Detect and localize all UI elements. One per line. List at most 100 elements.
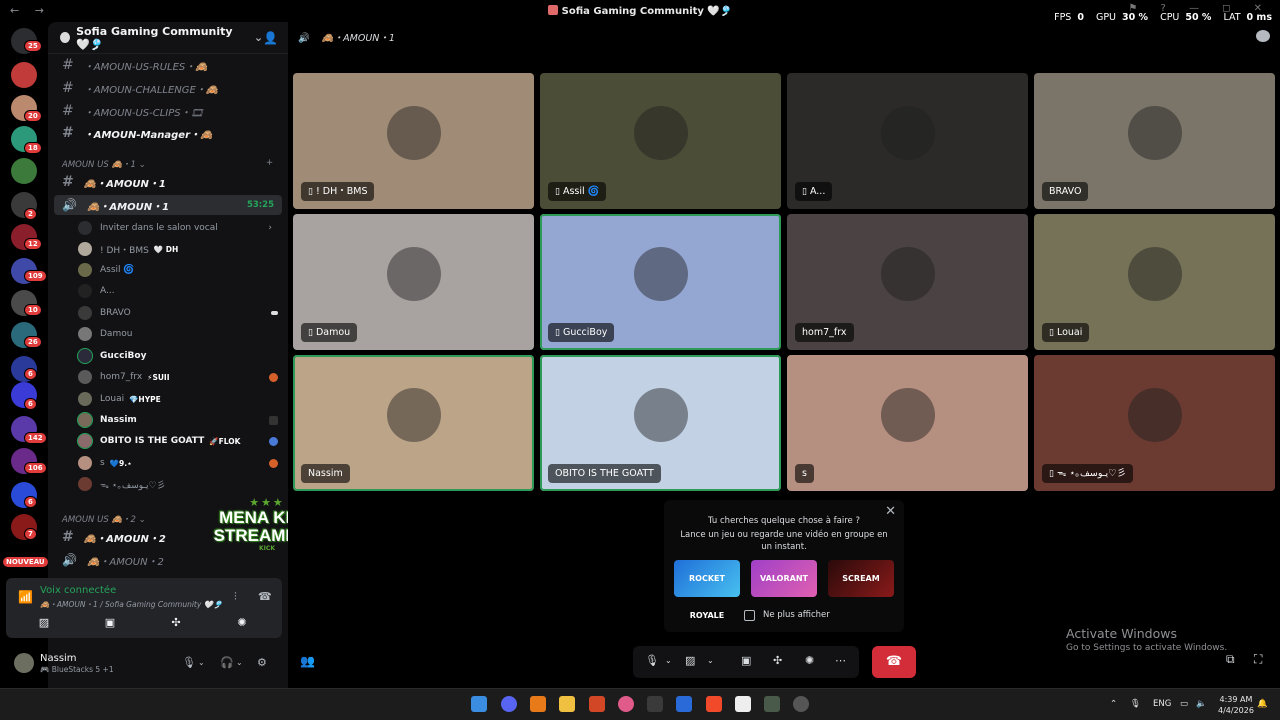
avatar — [78, 392, 92, 406]
participant-name: hom7_frx — [795, 323, 854, 342]
microphone-tray-icon[interactable]: 🎙 — [1130, 699, 1141, 709]
activity-valorant[interactable]: VALORANT — [751, 560, 817, 597]
participant-name: ▯ GucciBoy — [548, 323, 615, 342]
disconnect-icon[interactable]: ☎ — [258, 590, 272, 603]
chat-icon[interactable] — [1256, 30, 1270, 42]
channel-amoun-1-text[interactable]: # 🙈・AMOUN・1 — [54, 172, 282, 192]
activities-icon[interactable]: ✣ — [773, 654, 782, 667]
channel-clips[interactable]: # ・AMOUN-US-CLIPS・🎞 — [54, 101, 282, 121]
microphone-icon[interactable]: 🎙 — [645, 654, 659, 667]
participant-tile[interactable]: Nassim — [293, 355, 534, 491]
voice-channel-amoun-1[interactable]: 🔊 🙈・AMOUN・1 53:25 — [54, 195, 282, 215]
vlc-icon[interactable] — [530, 696, 546, 712]
terminal-icon[interactable] — [764, 696, 780, 712]
app-icon[interactable] — [676, 696, 692, 712]
hashtag-icon: # — [62, 174, 74, 190]
network-icon[interactable]: ▭ — [1180, 699, 1188, 709]
camera-off-icon[interactable]: ▨ — [685, 654, 695, 667]
voice-user-speaking[interactable]: OBITO IS THE GOATT 🚀FLOK — [77, 431, 278, 451]
mobile-icon: ▯ — [555, 328, 560, 338]
voice-user[interactable]: hom7_frx ⚡SUII — [78, 367, 278, 387]
voice-channel-path[interactable]: 🙈・AMOUN・1 / Sofia Gaming Community 🤍🎐 — [40, 599, 222, 610]
participant-tile[interactable]: ▯ GucciBoy — [540, 214, 781, 350]
dont-show-checkbox[interactable] — [744, 610, 755, 621]
voice-user[interactable]: ᯓ ⋆｡يـوسف♡彡 — [78, 474, 278, 494]
screen-share-button[interactable]: ▣ — [80, 616, 140, 634]
participant-tile[interactable]: ▯ Damou — [293, 214, 534, 350]
channel-manager[interactable]: # ・AMOUN-Manager・🙈 — [54, 123, 282, 143]
voice-user[interactable]: Louai 💎HYPE — [78, 389, 278, 409]
voice-user-speaking[interactable]: GucciBoy — [77, 346, 278, 366]
call-timer: 53:25 — [246, 200, 274, 210]
voice-user[interactable]: Assil 🌀 — [78, 260, 278, 280]
participant-tile[interactable]: BRAVO — [1034, 73, 1275, 209]
discord-taskbar-icon[interactable] — [501, 696, 517, 712]
voice-call-area: 🔊 🙈・AMOUN・1 ▯! DH・BMS ▯ Assil 🌀 ▯ A... BRAVO ▯ D… — [288, 22, 1280, 688]
system-clock[interactable]: 4:39 AM 4/4/2026 — [1218, 694, 1254, 716]
brave-icon[interactable] — [706, 696, 722, 712]
voice-user[interactable]: Damou — [78, 324, 278, 344]
soundboard-icon[interactable]: ✺ — [805, 654, 814, 667]
invite-people-icon[interactable]: 👥 — [300, 654, 315, 668]
participant-tile[interactable]: ▯! DH・BMS — [293, 73, 534, 209]
tray-overflow-icon[interactable]: ⌃ — [1110, 699, 1117, 709]
server-icon-1[interactable] — [11, 62, 37, 88]
signal-icon[interactable]: 📶 — [18, 590, 33, 604]
voice-user-speaking[interactable]: Nassim — [77, 410, 278, 430]
chevron-down-icon[interactable]: ⌄ — [236, 658, 243, 667]
channel-challenge[interactable]: # ・AMOUN-CHALLENGE・🙈 — [54, 78, 282, 98]
avatar[interactable] — [14, 653, 34, 673]
channel-rules[interactable]: # ・AMOUN-US-RULES・🙈 — [54, 55, 282, 75]
username[interactable]: Nassim — [40, 653, 77, 664]
voice-user[interactable]: s 💙9.⋆ — [78, 453, 278, 473]
chevron-down-icon[interactable]: ⌄ — [707, 656, 714, 665]
participant-tile[interactable]: ▯ Assil 🌀 — [540, 73, 781, 209]
participant-tile[interactable]: ▯ Louai — [1034, 214, 1275, 350]
create-channel-icon[interactable]: + — [266, 158, 273, 168]
microphone-icon[interactable]: 🎙 — [182, 656, 196, 669]
activities-button[interactable]: ✣ — [146, 616, 206, 634]
chevron-down-icon[interactable]: ⌄ — [198, 658, 205, 667]
soundboard-button[interactable]: ✺ — [212, 616, 272, 634]
popout-icon[interactable]: ⧉ — [1226, 652, 1235, 667]
activity-rocket-royale[interactable]: ROCKET ROYALE — [674, 560, 740, 620]
volume-icon[interactable]: 🔈 — [1196, 699, 1207, 709]
start-icon[interactable] — [471, 696, 487, 712]
notification-icon[interactable]: 🔔 — [1257, 699, 1268, 709]
server-header[interactable]: Sofia Gaming Community 🤍🎐 ⌄ 👤 — [48, 22, 288, 54]
file-explorer-icon[interactable] — [559, 696, 575, 712]
more-options-icon[interactable]: ⋯ — [835, 654, 846, 667]
camera-off-button[interactable]: ▨ — [14, 616, 74, 634]
participant-tile[interactable]: hom7_frx — [787, 214, 1028, 350]
activity-scream[interactable]: SCREAM — [828, 560, 894, 597]
participant-tile[interactable]: s — [787, 355, 1028, 491]
notepad-icon[interactable] — [735, 696, 751, 712]
deafen-icon — [271, 311, 278, 315]
participant-name: ▯ Damou — [301, 323, 358, 342]
category-amoun-us-2[interactable]: AMOUN US 🙈・2 ⌄ — [62, 513, 146, 525]
end-call-button[interactable]: ☎ — [872, 646, 916, 678]
firefox-icon[interactable] — [618, 696, 634, 712]
powerpoint-icon[interactable] — [589, 696, 605, 712]
participant-tile[interactable]: ▯ ᯓ ⋆｡يـوسف♡彡 — [1034, 355, 1275, 491]
invite-to-voice[interactable]: Inviter dans le salon vocal › — [78, 218, 278, 238]
voice-user[interactable]: A... — [78, 281, 278, 301]
voice-user[interactable]: BRAVO — [78, 303, 278, 323]
fullscreen-icon[interactable]: ⛶ — [1254, 652, 1262, 667]
chevron-down-icon[interactable]: ⌄ — [665, 656, 672, 665]
participant-tile[interactable]: OBITO IS THE GOATT — [540, 355, 781, 491]
noise-suppression-icon[interactable]: ⫶ — [234, 590, 237, 604]
avatar — [1127, 388, 1182, 442]
participant-tile[interactable]: ▯ A... — [787, 73, 1028, 209]
headphones-icon[interactable]: 🎧 — [220, 656, 234, 669]
server-icon-mena[interactable] — [11, 158, 37, 184]
language-indicator[interactable]: ENG — [1153, 699, 1171, 709]
add-member-icon[interactable]: 👤 — [263, 31, 278, 45]
gear-icon[interactable]: ⚙ — [257, 656, 267, 669]
store-icon[interactable] — [647, 696, 663, 712]
voice-user[interactable]: ! DH・BMS 🤍 DH — [78, 239, 278, 259]
category-amoun-us-1[interactable]: AMOUN US 🙈・1 ⌄ + — [62, 158, 273, 170]
settings-taskbar-icon[interactable] — [793, 696, 809, 712]
screen-share-icon[interactable]: ▣ — [741, 654, 751, 667]
voice-status[interactable]: Voix connectée — [40, 585, 116, 596]
